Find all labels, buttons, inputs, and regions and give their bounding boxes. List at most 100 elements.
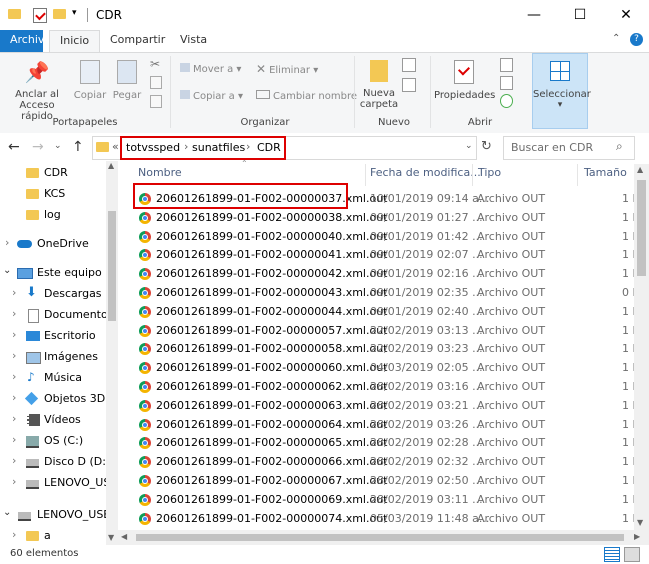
new-folder-button[interactable]: Nueva carpeta (358, 58, 400, 116)
table-row[interactable]: 20601261899-01-F002-00000058.xml.out 22/0… (136, 340, 636, 359)
nav-this-pc[interactable]: ⌄ Este equipo (0, 263, 112, 284)
table-row[interactable]: 20601261899-01-F002-00000042.xml.out 09/0… (136, 265, 636, 284)
nav-musica[interactable]: › ♪ Música (0, 368, 112, 389)
paste-shortcut-icon[interactable] (150, 95, 162, 108)
expand-chevron-icon[interactable]: › (12, 307, 16, 320)
column-header-type[interactable]: Tipo (478, 166, 501, 186)
scroll-up-icon[interactable]: ▲ (108, 161, 114, 170)
collapse-chevron-icon[interactable]: ⌄ (3, 507, 11, 518)
column-divider[interactable] (365, 164, 366, 186)
nav-pane-scrollbar[interactable]: ▲ ▼ (106, 161, 118, 545)
table-row[interactable]: 20601261899-01-F002-00000066.xml.out 28/0… (136, 453, 636, 472)
scroll-down-icon[interactable]: ▼ (637, 518, 643, 527)
table-row[interactable]: 20601261899-01-F002-00000043.xml.out 09/0… (136, 284, 636, 303)
file-list-scrollbar[interactable]: ▲ ▼ (634, 164, 649, 530)
scroll-right-icon[interactable]: ▶ (634, 532, 640, 541)
pin-quick-access-button[interactable]: 📌 Anclar al Acceso rápido (2, 58, 72, 122)
nav-folder-cdr[interactable]: CDR (0, 163, 112, 184)
nav-folder-a[interactable]: › a (0, 526, 112, 547)
scroll-left-icon[interactable]: ◀ (121, 532, 127, 541)
select-button[interactable]: Seleccionar ▾ (532, 53, 591, 129)
expand-chevron-icon[interactable]: › (5, 236, 9, 249)
column-divider[interactable] (472, 164, 473, 186)
forward-arrow-icon[interactable]: → (32, 139, 44, 155)
nav-onedrive[interactable]: › OneDrive (0, 234, 112, 255)
nav-scroll-thumb[interactable] (108, 211, 116, 321)
table-row[interactable]: 20601261899-01-F002-00000069.xml.out 28/0… (136, 491, 636, 510)
nav-folder-log[interactable]: log (0, 205, 112, 226)
copy-path-icon[interactable] (150, 76, 162, 89)
expand-chevron-icon[interactable]: › (12, 475, 16, 488)
new-item-icon[interactable] (402, 58, 416, 72)
copy-to-button[interactable]: Copiar a ▾ (180, 89, 243, 102)
expand-chevron-icon[interactable]: › (12, 370, 16, 383)
nav-objetos-3d[interactable]: › Objetos 3D (0, 389, 112, 410)
table-row[interactable]: 20601261899-01-F002-00000041.xml.out 09/0… (136, 246, 636, 265)
minimize-button[interactable]: — (511, 0, 557, 30)
table-row[interactable]: 20601261899-01-F002-00000074.xml.out 05/0… (136, 510, 636, 529)
edit-icon[interactable] (500, 76, 513, 90)
expand-chevron-icon[interactable]: › (12, 454, 16, 467)
column-header-size[interactable]: Tamaño (584, 166, 627, 186)
search-box[interactable]: Buscar en CDR ⌕ (503, 136, 635, 160)
customize-quick-access-icon[interactable]: ▾ (72, 8, 77, 18)
paste-button[interactable]: Pegar (110, 58, 144, 108)
expand-chevron-icon[interactable]: › (12, 286, 16, 299)
rename-button[interactable]: Cambiar nombre (256, 89, 357, 102)
collapse-chevron-icon[interactable]: ⌄ (3, 265, 11, 276)
expand-chevron-icon[interactable]: › (12, 328, 16, 341)
address-overflow[interactable]: « (112, 140, 119, 153)
expand-chevron-icon[interactable]: › (12, 528, 16, 541)
table-row[interactable]: 20601261899-01-F002-00000040.xml.out 09/0… (136, 228, 636, 247)
refresh-icon[interactable]: ↻ (481, 139, 492, 154)
move-to-button[interactable]: Mover a ▾ (180, 62, 241, 75)
scroll-down-icon[interactable]: ▼ (108, 533, 114, 542)
table-row[interactable]: 20601261899-01-F002-00000057.xml.out 22/0… (136, 322, 636, 341)
delete-button[interactable]: ✕ Eliminar ▾ (256, 62, 318, 76)
nav-imagenes[interactable]: › Imágenes (0, 347, 112, 368)
table-row[interactable]: 20601261899-01-F002-00000064.xml.out 28/0… (136, 416, 636, 435)
file-scroll-thumb[interactable] (637, 180, 646, 276)
search-icon[interactable]: ⌕ (616, 139, 623, 154)
nav-descargas[interactable]: › ⬇ Descargas (0, 284, 112, 305)
table-row[interactable]: 20601261899-01-F002-00000065.xml.out 28/0… (136, 434, 636, 453)
file-list-hscrollbar[interactable]: ◀ ▶ (118, 530, 649, 545)
nav-folder-kcs[interactable]: KCS (0, 184, 112, 205)
copy-button[interactable]: Copiar (72, 58, 108, 108)
properties-quick-icon[interactable] (33, 8, 47, 23)
easy-access-icon[interactable] (402, 78, 416, 92)
nav-os-c[interactable]: › OS (C:) (0, 431, 112, 452)
recent-dropdown-icon[interactable]: ⌄ (54, 141, 62, 151)
column-divider[interactable] (577, 164, 578, 186)
nav-escritorio[interactable]: › Escritorio (0, 326, 112, 347)
table-row[interactable]: 20601261899-01-F002-00000060.xml.out 04/0… (136, 359, 636, 378)
table-row[interactable]: 20601261899-01-F002-00000038.xml.out 09/0… (136, 209, 636, 228)
scroll-up-icon[interactable]: ▲ (637, 165, 643, 174)
nav-documentos[interactable]: › Documentos (0, 305, 113, 326)
close-button[interactable]: ✕ (603, 0, 649, 30)
open-icon[interactable] (500, 58, 513, 72)
table-row[interactable]: 20601261899-01-F002-00000067.xml.out 28/0… (136, 472, 636, 491)
expand-chevron-icon[interactable]: › (12, 391, 16, 404)
history-icon[interactable] (500, 94, 513, 108)
maximize-button[interactable]: ☐ (557, 0, 603, 30)
tab-compartir[interactable]: Compartir (100, 30, 175, 52)
new-folder-quick-icon[interactable] (53, 9, 66, 22)
nav-videos[interactable]: › Vídeos (0, 410, 112, 431)
file-hscroll-thumb[interactable] (136, 534, 624, 541)
properties-button[interactable]: Propiedades (434, 58, 495, 108)
back-arrow-icon[interactable]: ← (8, 139, 20, 155)
nav-lenovo-usb[interactable]: ⌄ LENOVO_USB_ (0, 505, 116, 526)
tab-archivo[interactable]: Archivo (0, 30, 51, 52)
table-row[interactable]: 20601261899-01-F002-00000062.xml.out 28/0… (136, 378, 636, 397)
help-icon[interactable]: ? (630, 33, 643, 46)
up-arrow-icon[interactable]: ↑ (72, 139, 84, 155)
large-icons-view-icon[interactable] (624, 547, 640, 562)
details-view-icon[interactable] (604, 547, 620, 562)
nav-lenovo-usi[interactable]: › LENOVO_USI (0, 473, 114, 494)
tab-inicio[interactable]: Inicio (49, 30, 101, 53)
address-dropdown-icon[interactable]: ⌄ (465, 141, 473, 151)
expand-chevron-icon[interactable]: › (12, 433, 16, 446)
expand-chevron-icon[interactable]: › (12, 349, 16, 362)
table-row[interactable]: 20601261899-01-F002-00000063.xml.out 28/0… (136, 397, 636, 416)
